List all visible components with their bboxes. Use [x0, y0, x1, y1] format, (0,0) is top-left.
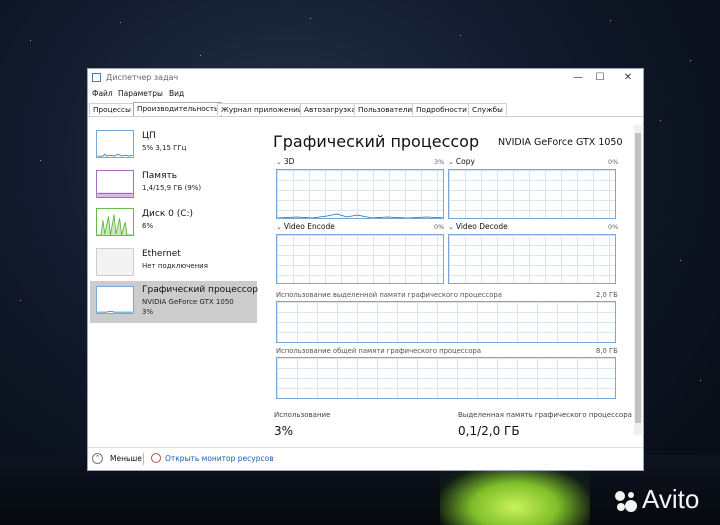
tab-users[interactable]: Пользователи: [354, 103, 417, 115]
chevron-down-icon: ⌄: [448, 158, 454, 166]
tab-startup[interactable]: Автозагрузка: [300, 103, 360, 115]
shared-memory-max: 8,0 ГБ: [596, 347, 618, 355]
graph-pct-copy: 0%: [608, 158, 619, 166]
sidebar: ЦП 5% 3,15 ГГц Память 1,4/15,9 ГБ (9%) Д…: [88, 126, 258, 401]
disk-thumbnail-graph: [96, 208, 134, 236]
chevron-down-icon: ⌄: [276, 158, 282, 166]
graph-video-decode: [448, 234, 616, 284]
chevron-down-icon: ⌄: [276, 223, 282, 231]
graph-label-3d[interactable]: ⌄ 3D: [276, 157, 294, 166]
tab-processes[interactable]: Процессы: [89, 103, 135, 115]
sidebar-item-sub: Нет подключения: [142, 262, 208, 270]
graph-video-encode: [276, 234, 444, 284]
gpu-model: NVIDIA GeForce GTX 1050: [498, 137, 623, 148]
tab-performance[interactable]: Производительность: [133, 102, 223, 116]
graph-label-video-encode[interactable]: ⌄ Video Encode: [276, 222, 335, 231]
tab-app-history[interactable]: Журнал приложений: [217, 103, 307, 115]
window-title: Диспетчер задач: [106, 73, 179, 82]
page-title: Графический процессор: [273, 132, 480, 151]
menu-file[interactable]: Файл: [92, 89, 113, 98]
usage-value: 3%: [274, 424, 294, 438]
cpu-thumbnail-graph: [96, 130, 134, 158]
sidebar-item-memory[interactable]: Память 1,4/15,9 ГБ (9%): [90, 168, 257, 208]
task-manager-icon: [92, 73, 101, 82]
task-manager-window: Диспетчер задач — ☐ ✕ Файл Параметры Вид…: [87, 68, 644, 471]
sidebar-item-sub: 5% 3,15 ГГц: [142, 144, 187, 152]
tab-strip: Процессы Производительность Журнал прило…: [88, 102, 643, 117]
scrollbar-thumb[interactable]: [635, 133, 641, 423]
graph-dedicated-memory: [276, 301, 616, 343]
sidebar-item-label: Графический процессор: [142, 285, 258, 295]
scrollbar[interactable]: [634, 125, 642, 435]
footer: ⌃ Меньше Открыть монитор ресурсов: [88, 447, 643, 470]
gpu-thumbnail-graph: [96, 286, 134, 314]
divider: [143, 453, 144, 465]
graph-shared-memory: [276, 357, 616, 399]
ethernet-thumbnail-graph: [96, 248, 134, 276]
avito-logo-icon: [615, 491, 637, 512]
tab-services[interactable]: Службы: [468, 103, 507, 115]
menu-params[interactable]: Параметры: [118, 89, 163, 98]
usage-label: Использование: [274, 411, 331, 419]
sidebar-item-cpu[interactable]: ЦП 5% 3,15 ГГц: [90, 128, 257, 168]
dedicated-memory-stat-value: 0,1/2,0 ГБ: [458, 424, 520, 438]
sidebar-item-ethernet[interactable]: Ethernet Нет подключения: [90, 246, 257, 286]
graph-3d: [276, 169, 444, 219]
graph-label-copy[interactable]: ⌄ Copy: [448, 157, 475, 166]
maximize-button[interactable]: ☐: [590, 71, 610, 85]
sidebar-item-sub: 3%: [142, 308, 154, 316]
graph-copy: [448, 169, 616, 219]
graph-pct-video-decode: 0%: [608, 223, 619, 231]
dedicated-memory-max: 2,0 ГБ: [596, 291, 618, 299]
graph-pct-3d: 3%: [434, 158, 445, 166]
sidebar-item-label: ЦП: [142, 131, 156, 141]
avito-watermark: Avito: [642, 484, 700, 514]
shared-memory-label: Использование общей памяти графического …: [276, 347, 481, 355]
graph-pct-video-encode: 0%: [434, 223, 445, 231]
tab-details[interactable]: Подробности: [412, 103, 471, 115]
sidebar-item-sub: NVIDIA GeForce GTX 1050: [142, 298, 234, 306]
resource-monitor-icon[interactable]: [151, 453, 161, 463]
sidebar-item-disk[interactable]: Диск 0 (C:) 6%: [90, 206, 257, 246]
sidebar-item-sub: 6%: [142, 222, 154, 230]
graph-label-video-decode[interactable]: ⌄ Video Decode: [448, 222, 508, 231]
dedicated-memory-stat-label: Выделенная память графического процессор…: [458, 411, 632, 419]
chevron-up-icon[interactable]: ⌃: [92, 453, 103, 464]
glowing-tent: [440, 465, 590, 525]
fewer-details-link[interactable]: Меньше: [110, 454, 142, 463]
close-button[interactable]: ✕: [618, 71, 638, 85]
title-bar: Диспетчер задач — ☐ ✕: [88, 69, 643, 87]
sidebar-item-sub: 1,4/15,9 ГБ (9%): [142, 184, 202, 192]
open-resource-monitor-link[interactable]: Открыть монитор ресурсов: [165, 454, 274, 463]
minimize-button[interactable]: —: [568, 71, 588, 85]
menu-view[interactable]: Вид: [169, 89, 184, 98]
sidebar-item-label: Ethernet: [142, 249, 181, 259]
sidebar-item-label: Память: [142, 171, 178, 181]
sidebar-item-gpu[interactable]: Графический процессор NVIDIA GeForce GTX…: [90, 281, 258, 323]
memory-thumbnail-graph: [96, 170, 134, 198]
chevron-down-icon: ⌄: [448, 223, 454, 231]
dedicated-memory-label: Использование выделенной памяти графичес…: [276, 291, 502, 299]
sidebar-item-label: Диск 0 (C:): [142, 209, 194, 219]
